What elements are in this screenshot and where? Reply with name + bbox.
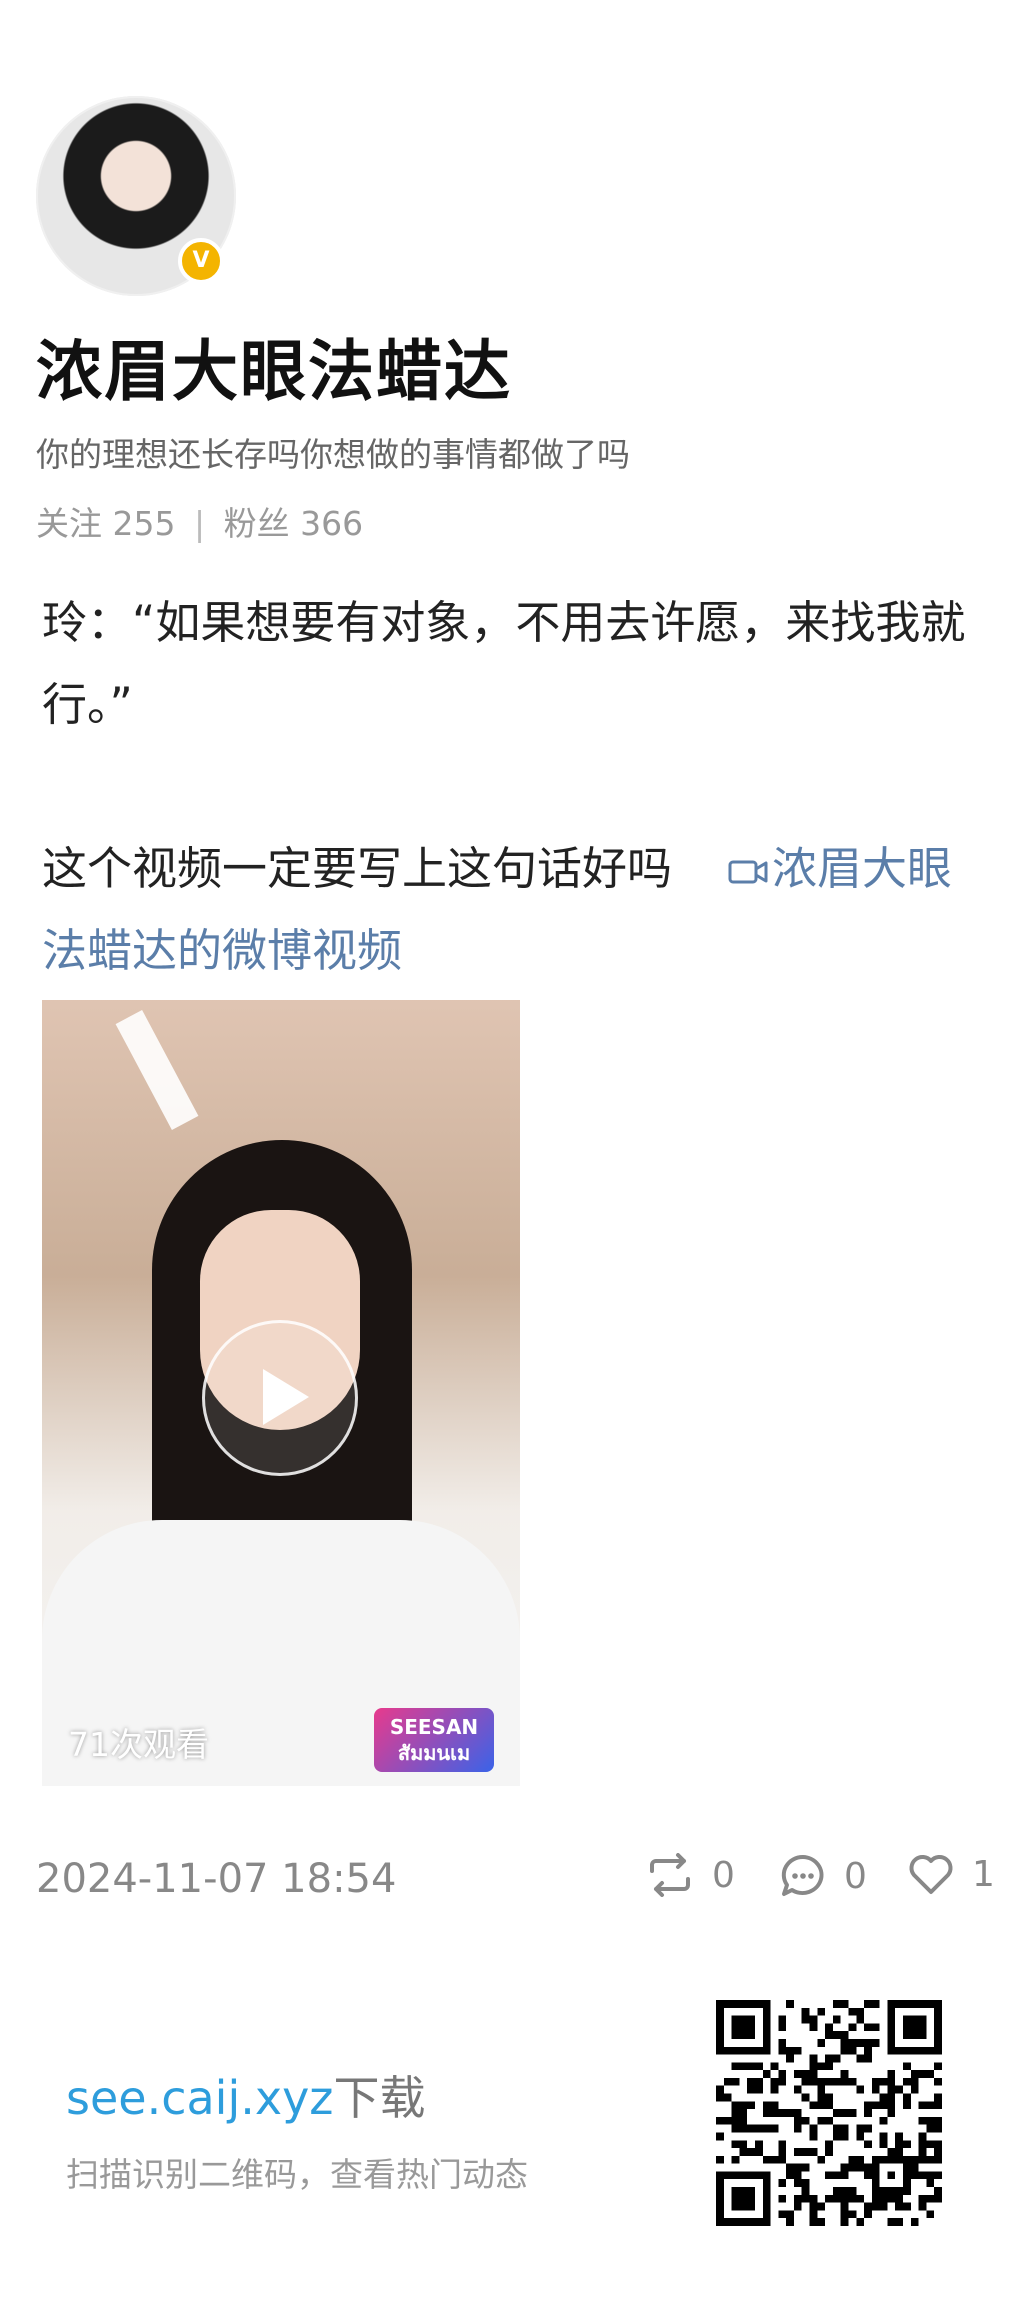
follow-label: 关注 bbox=[36, 504, 102, 543]
view-count: 71次观看 bbox=[68, 1725, 209, 1764]
post-line-2: 这个视频一定要写上这句话好吗 浓眉大眼法蜡达的微博视频 bbox=[42, 828, 992, 992]
video-watermark-badge: SEESAN สัมมนเม bbox=[374, 1708, 494, 1772]
video-camera-icon bbox=[728, 860, 768, 884]
ceiling-light bbox=[115, 1009, 199, 1131]
avatar[interactable]: V bbox=[36, 96, 236, 296]
comment-button[interactable]: 0 bbox=[780, 1853, 867, 1899]
fans-label: 粉丝 bbox=[223, 504, 290, 543]
stats-separator: | bbox=[194, 504, 206, 543]
post-text: 玲：“如果想要有对象，不用去许愿，来找我就行。” 这个视频一定要写上这句话好吗浓… bbox=[42, 582, 992, 992]
post-line-1: 玲：“如果想要有对象，不用去许愿，来找我就行。” bbox=[42, 596, 966, 731]
user-name: 浓眉大眼法蜡达 bbox=[36, 333, 512, 410]
download-url-link[interactable]: see.caij.xyz bbox=[66, 2071, 333, 2125]
qr-hint: 扫描识别二维码，查看热门动态 bbox=[66, 2155, 528, 2194]
video-thumbnail[interactable]: 71次观看 SEESAN สัมมนเม bbox=[42, 1000, 520, 1786]
play-icon[interactable] bbox=[202, 1320, 358, 1476]
post-line-2-text: 这个视频一定要写上这句话好吗 bbox=[42, 842, 673, 895]
fans-count: 366 bbox=[300, 504, 364, 543]
user-bio: 你的理想还长存吗你想做的事情都做了吗 bbox=[36, 435, 630, 474]
heart-icon bbox=[909, 1855, 953, 1894]
follow-stats: 关注 255 | 粉丝 366 bbox=[36, 497, 363, 545]
repost-count: 0 bbox=[712, 1854, 735, 1896]
like-button[interactable]: 1 bbox=[908, 1853, 995, 1895]
comment-icon bbox=[781, 1854, 824, 1896]
download-line[interactable]: see.caij.xyz下载 bbox=[66, 2062, 425, 2128]
qr-code[interactable] bbox=[716, 2000, 942, 2226]
follow-count: 255 bbox=[112, 504, 176, 543]
post-date: 2024-11-07 18:54 bbox=[36, 1856, 397, 1902]
comment-count: 0 bbox=[844, 1855, 867, 1897]
verified-badge-icon: V bbox=[178, 238, 224, 284]
repost-button[interactable]: 0 bbox=[646, 1853, 735, 1897]
like-count: 1 bbox=[972, 1853, 995, 1895]
repost-icon bbox=[650, 1853, 690, 1897]
download-label: 下载 bbox=[333, 2071, 426, 2125]
